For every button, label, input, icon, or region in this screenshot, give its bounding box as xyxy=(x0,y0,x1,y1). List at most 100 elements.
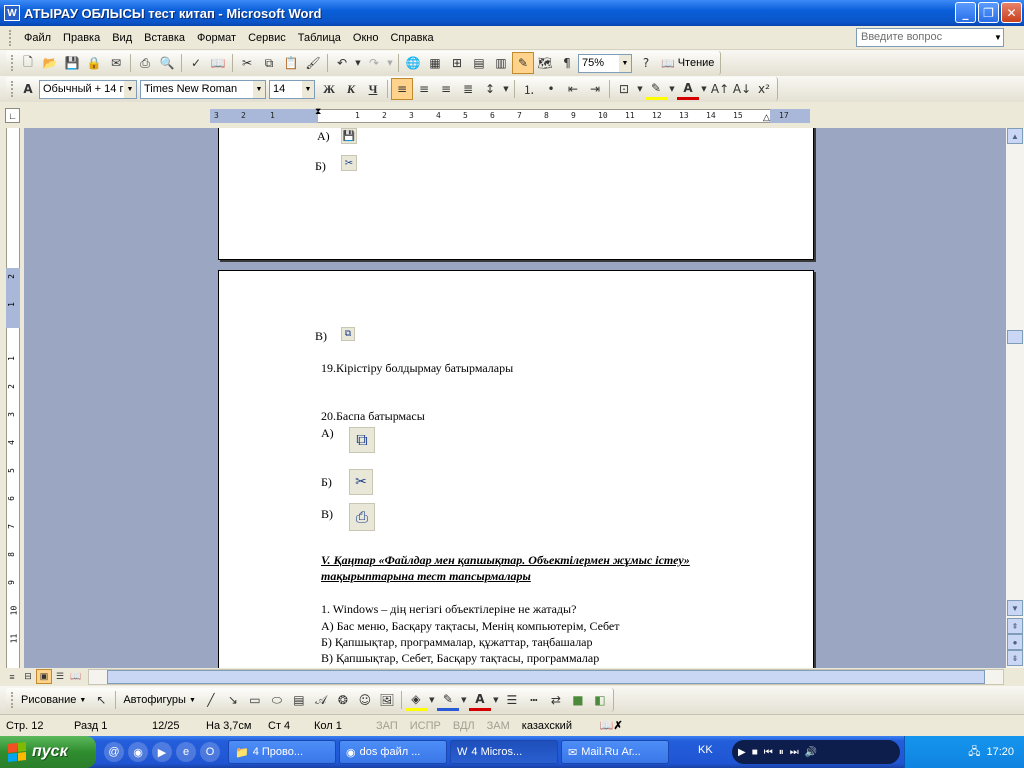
close-button[interactable]: ✕ xyxy=(1001,2,1022,23)
line-style-icon[interactable]: ☰ xyxy=(501,689,523,711)
fill-color-icon[interactable]: ◈ xyxy=(404,689,427,711)
style-select[interactable]: Обычный + 14 г ▼ xyxy=(39,79,137,99)
menu-window[interactable]: Окно xyxy=(347,30,385,46)
menu-format[interactable]: Формат xyxy=(191,30,242,46)
increase-indent-icon[interactable]: ⇥ xyxy=(584,78,606,100)
undo-dropdown-icon[interactable]: ▼ xyxy=(353,52,363,74)
toolbar-grip[interactable] xyxy=(11,81,14,97)
tables-borders-icon[interactable]: ▦ xyxy=(424,52,446,74)
toolbar-grip[interactable] xyxy=(11,55,14,71)
help-search-input[interactable]: Введите вопрос xyxy=(856,28,1004,47)
textbox-icon[interactable]: ▤ xyxy=(288,689,310,711)
grow-font-icon[interactable]: A↑ xyxy=(709,78,731,100)
horizontal-scrollbar[interactable] xyxy=(88,669,1004,685)
diagram-icon[interactable]: ❂ xyxy=(332,689,354,711)
rectangle-icon[interactable]: ▭ xyxy=(244,689,266,711)
show-hide-icon[interactable]: ¶ xyxy=(556,52,578,74)
arrow-style-icon[interactable]: ⇄ xyxy=(545,689,567,711)
wordart-icon[interactable]: 𝒜 xyxy=(310,689,332,711)
borders-dropdown-icon[interactable]: ▼ xyxy=(635,78,645,100)
clipart-icon[interactable]: ☺ xyxy=(354,689,376,711)
menu-view[interactable]: Вид xyxy=(106,30,138,46)
zoom-select[interactable]: 75% ▼ xyxy=(578,53,632,73)
status-language[interactable]: казахский xyxy=(516,720,594,732)
ie-icon[interactable]: e xyxy=(176,742,196,762)
reading-button[interactable]: 📖 Чтение xyxy=(657,57,718,70)
save-icon[interactable]: 💾 xyxy=(61,52,83,74)
cut-icon[interactable]: ✂ xyxy=(236,52,258,74)
shadow-icon[interactable]: ■ xyxy=(567,689,589,711)
right-indent-marker-icon[interactable]: △ xyxy=(763,112,770,123)
clear-format-icon[interactable]: x² xyxy=(753,78,775,100)
font-size-select[interactable]: 14 ▼ xyxy=(269,79,315,99)
scroll-up-icon[interactable]: ▲ xyxy=(1007,128,1023,144)
autoshapes-button[interactable]: Автофигуры ▼ xyxy=(119,694,200,706)
line-color-icon[interactable]: ✎ xyxy=(436,689,459,711)
highlight-dropdown-icon[interactable]: ▼ xyxy=(667,78,677,100)
tab-selector-icon[interactable]: ∟ xyxy=(5,108,20,123)
toolbar-grip[interactable] xyxy=(11,692,14,708)
network-icon[interactable]: 🖧 xyxy=(968,743,980,762)
redo-icon[interactable]: ↷ xyxy=(363,52,385,74)
stop-icon[interactable]: ■ xyxy=(752,747,758,758)
maximize-button[interactable]: ❐ xyxy=(978,2,999,23)
zoom-dropdown-icon[interactable]: ▼ xyxy=(619,54,631,72)
columns-icon[interactable]: ▥ xyxy=(490,52,512,74)
bullets-icon[interactable]: • xyxy=(540,78,562,100)
task-firefox[interactable]: ◉ dos файл ... xyxy=(339,740,447,764)
dash-style-icon[interactable]: ┅ xyxy=(523,689,545,711)
play-icon[interactable]: ▶ xyxy=(738,747,746,758)
styles-pane-icon[interactable]: A xyxy=(17,78,39,100)
menu-table[interactable]: Таблица xyxy=(292,30,347,46)
vertical-ruler-strip[interactable] xyxy=(6,128,20,668)
previous-page-icon[interactable]: ⇞ xyxy=(1007,618,1023,634)
copy-icon[interactable]: ⧉ xyxy=(258,52,280,74)
line-icon[interactable]: ╱ xyxy=(200,689,222,711)
opera-icon[interactable]: O xyxy=(200,742,220,762)
line-color-dropdown-icon[interactable]: ▼ xyxy=(459,689,469,711)
scroll-down-icon[interactable]: ▼ xyxy=(1007,600,1023,616)
font-select[interactable]: Times New Roman ▼ xyxy=(140,79,266,99)
insert-excel-icon[interactable]: ▤ xyxy=(468,52,490,74)
borders-icon[interactable]: ⊡ xyxy=(613,78,635,100)
scroll-thumb[interactable] xyxy=(1007,330,1023,344)
status-ovr[interactable]: ЗАМ xyxy=(481,720,516,732)
font-color-dropdown-icon[interactable]: ▼ xyxy=(491,689,501,711)
align-left-icon[interactable]: ≡ xyxy=(391,78,413,100)
volume-icon[interactable]: 🔊 xyxy=(805,747,817,758)
minimize-button[interactable]: _ xyxy=(955,2,976,23)
drawing-toggle-icon[interactable]: ✎ xyxy=(512,52,534,74)
pause-icon[interactable]: ⏸ xyxy=(779,747,784,758)
undo-icon[interactable]: ↶ xyxy=(331,52,353,74)
menu-grip[interactable] xyxy=(9,29,12,46)
status-ext[interactable]: ВДЛ xyxy=(447,720,481,732)
font-dropdown-icon[interactable]: ▼ xyxy=(253,80,265,98)
draw-menu-button[interactable]: Рисование ▼ xyxy=(17,694,90,706)
previous-icon[interactable]: ⏮ xyxy=(764,747,773,758)
fill-color-dropdown-icon[interactable]: ▼ xyxy=(427,689,437,711)
outline-view-icon[interactable]: ☰ xyxy=(52,669,68,684)
web-view-icon[interactable]: ⊟ xyxy=(20,669,36,684)
hscroll-thumb[interactable] xyxy=(107,670,985,684)
start-button[interactable]: пуск xyxy=(0,736,96,768)
new-doc-icon[interactable]: 🗋 xyxy=(17,52,39,74)
word-app-icon[interactable]: W xyxy=(4,5,20,21)
media-player-icon[interactable]: ▶ xyxy=(152,742,172,762)
print-layout-icon[interactable]: ▣ xyxy=(36,669,52,684)
status-rec[interactable]: ЗАП xyxy=(370,720,404,732)
document-map-icon[interactable]: 🗺 xyxy=(534,52,556,74)
reading-view-icon[interactable]: 📖 xyxy=(68,669,84,684)
oval-icon[interactable]: ⬭ xyxy=(266,689,288,711)
shrink-font-icon[interactable]: A↓ xyxy=(731,78,753,100)
clock[interactable]: 17:20 xyxy=(986,746,1014,758)
justify-icon[interactable]: ≣ xyxy=(457,78,479,100)
print-preview-icon[interactable]: 🔍 xyxy=(156,52,178,74)
document-page[interactable]: А) 💾 Б) ✂ xyxy=(218,128,814,260)
keyboard-language[interactable]: KK xyxy=(698,744,713,756)
email-icon[interactable]: ✉ xyxy=(105,52,127,74)
hyperlink-icon[interactable]: 🌐 xyxy=(402,52,424,74)
line-spacing-dropdown-icon[interactable]: ▼ xyxy=(501,78,511,100)
menu-help[interactable]: Справка xyxy=(384,30,439,46)
browse-object-icon[interactable]: ● xyxy=(1007,634,1023,650)
3d-icon[interactable]: ◧ xyxy=(589,689,611,711)
